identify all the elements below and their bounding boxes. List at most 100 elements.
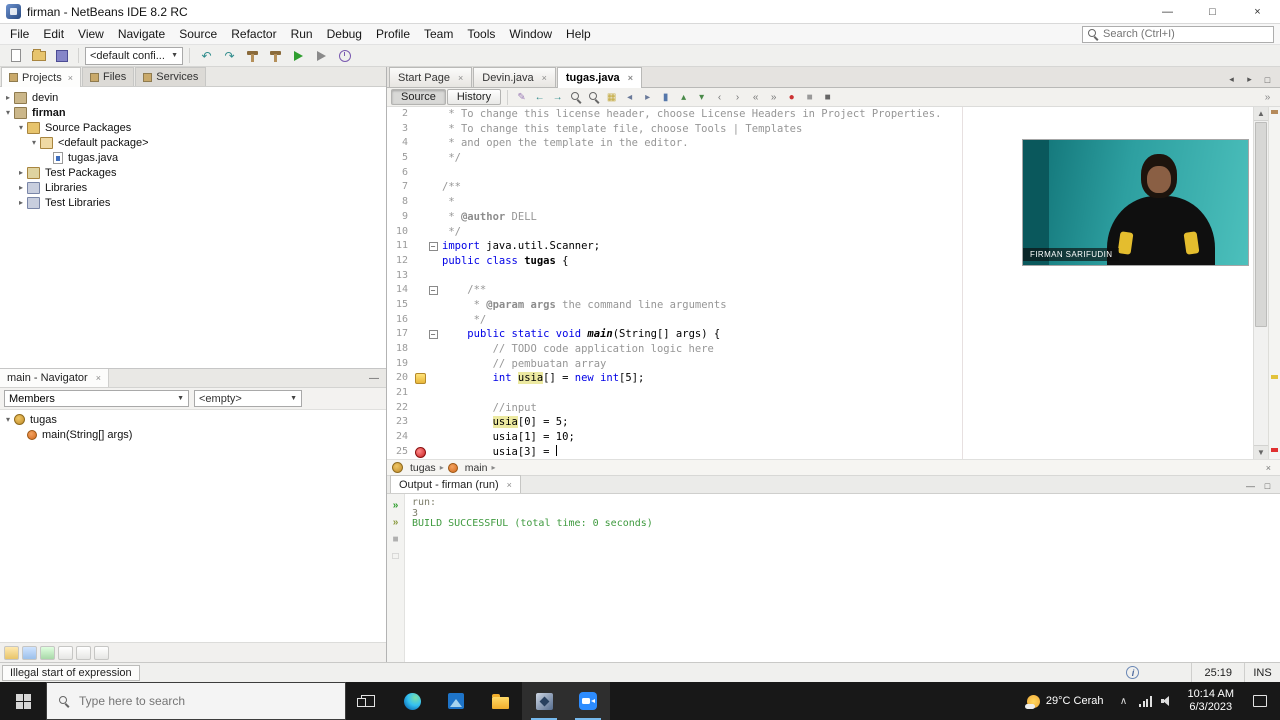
start-macro-icon[interactable]: ■ <box>801 89 818 105</box>
code-text[interactable]: public static void main(String[] args) { <box>439 327 1253 342</box>
code-line[interactable]: 20 int usia[] = new int[5]; <box>387 371 1253 386</box>
tree-item-source-packages[interactable]: ▾ Source Packages <box>0 120 386 135</box>
code-text[interactable]: * To change this template file, choose T… <box>439 122 1253 137</box>
menu-navigate[interactable]: Navigate <box>111 25 172 43</box>
code-line[interactable]: 16 */ <box>387 313 1253 328</box>
code-line[interactable]: 2 * To change this license header, choos… <box>387 107 1253 122</box>
undo-icon[interactable]: ↶ <box>196 46 217 65</box>
indent-right-icon[interactable]: » <box>765 89 782 105</box>
notifications-icon[interactable] <box>1126 666 1140 679</box>
inspect-combo[interactable]: <empty> ▼ <box>194 390 302 407</box>
expand-icon[interactable]: ▸ <box>15 198 27 207</box>
menu-edit[interactable]: Edit <box>36 25 71 43</box>
indent-left-icon[interactable]: « <box>747 89 764 105</box>
code-text[interactable]: * To change this license header, choose … <box>439 107 1253 122</box>
sort-alphabetically-icon[interactable] <box>76 645 91 660</box>
code-line[interactable]: 25 usia[3] = <box>387 444 1253 459</box>
tree-item-libraries[interactable]: ▸ Libraries <box>0 180 386 195</box>
back-icon[interactable]: ← <box>531 89 548 105</box>
last-edit-position-icon[interactable]: ✎ <box>513 89 530 105</box>
save-all-icon[interactable] <box>51 46 72 65</box>
scrollbar-thumb[interactable] <box>1255 122 1267 327</box>
code-line[interactable]: 15 * @param args the command line argume… <box>387 298 1253 313</box>
menu-run[interactable]: Run <box>284 25 320 43</box>
taskbar-search-input[interactable] <box>79 694 334 708</box>
show-inherited-icon[interactable] <box>4 645 19 660</box>
find-icon[interactable] <box>567 89 584 105</box>
output-tab[interactable]: Output - firman (run) × <box>390 475 521 493</box>
taskbar-clock[interactable]: 10:14 AM 6/3/2023 <box>1179 688 1243 714</box>
edge-button[interactable] <box>390 682 434 720</box>
rerun-debug-icon[interactable]: » <box>389 516 403 529</box>
panel-tab-projects[interactable]: Projects × <box>1 67 82 87</box>
config-combo[interactable]: <default confi... ▼ <box>85 46 183 65</box>
scroll-tabs-right-icon[interactable]: ▸ <box>1241 72 1258 87</box>
action-center-button[interactable] <box>1243 695 1277 707</box>
collapse-icon[interactable]: ▾ <box>2 108 14 117</box>
editor-tab-devin-java[interactable]: Devin.java × <box>473 67 556 87</box>
show-static-members-icon[interactable] <box>40 645 55 660</box>
scroll-tabs-left-icon[interactable]: ◂ <box>1223 72 1240 87</box>
code-text[interactable]: // TODO code application logic here <box>439 342 1253 357</box>
restore-output-icon[interactable]: □ <box>1259 478 1276 493</box>
forward-icon[interactable]: → <box>549 89 566 105</box>
code-line[interactable]: 17 − public static void main(String[] arg… <box>387 327 1253 342</box>
minimize-button[interactable]: — <box>1145 0 1190 23</box>
error-stripe-warning-mark[interactable] <box>1271 375 1278 379</box>
menu-tools[interactable]: Tools <box>460 25 502 43</box>
weather-widget[interactable]: 29°C Cerah <box>1018 694 1113 709</box>
find-selection-icon[interactable] <box>585 89 602 105</box>
error-icon[interactable] <box>413 445 427 459</box>
error-stripe-error-mark[interactable] <box>1271 448 1278 452</box>
fold-toggle-icon[interactable]: − <box>427 327 439 342</box>
ide-search-input[interactable] <box>1103 28 1269 40</box>
menu-source[interactable]: Source <box>172 25 224 43</box>
volume-icon[interactable] <box>1157 682 1179 720</box>
previous-bookmark-icon[interactable]: ◂ <box>621 89 638 105</box>
zoom-button[interactable] <box>566 682 610 720</box>
code-text[interactable]: usia[3] = <box>439 444 1253 459</box>
collapse-icon[interactable]: ▾ <box>2 415 14 424</box>
close-icon[interactable]: × <box>1262 463 1275 473</box>
breadcrumb-item-main[interactable]: main <box>447 462 487 474</box>
debug-project-icon[interactable] <box>311 46 332 65</box>
clean-build-project-icon[interactable] <box>265 46 286 65</box>
code-line[interactable]: 13 <box>387 269 1253 284</box>
code-line[interactable]: 24 usia[1] = 10; <box>387 430 1253 445</box>
fold-toggle-icon[interactable]: − <box>427 283 439 298</box>
comment-icon[interactable]: ‹ <box>711 89 728 105</box>
editor-tab-tugas-java[interactable]: tugas.java × <box>556 67 642 88</box>
editor-toolbar-overflow-icon[interactable]: » <box>1259 89 1276 105</box>
redo-icon[interactable]: ↷ <box>219 46 240 65</box>
breadcrumb-item-tugas[interactable]: tugas <box>392 462 436 474</box>
scroll-up-icon[interactable]: ▲ <box>1254 107 1268 121</box>
menu-view[interactable]: View <box>71 25 111 43</box>
uncomment-icon[interactable]: › <box>729 89 746 105</box>
maximize-button[interactable]: □ <box>1190 0 1235 23</box>
tree-item-tugas-java[interactable]: tugas.java <box>0 150 386 165</box>
show-public-only-icon[interactable] <box>58 645 73 660</box>
code-text[interactable]: */ <box>439 313 1253 328</box>
minimize-output-icon[interactable]: — <box>1242 478 1259 493</box>
menu-debug[interactable]: Debug <box>320 25 369 43</box>
code-line[interactable]: 3 * To change this template file, choose… <box>387 122 1253 137</box>
code-line[interactable]: 23 usia[0] = 5; <box>387 415 1253 430</box>
view-source-button[interactable]: Source <box>391 89 446 105</box>
members-combo[interactable]: Members ▼ <box>4 390 189 407</box>
fold-toggle-icon[interactable]: − <box>427 239 439 254</box>
code-text[interactable]: //input <box>439 401 1253 416</box>
next-bookmark-icon[interactable]: ▸ <box>639 89 656 105</box>
new-file-icon[interactable] <box>5 46 26 65</box>
code-text[interactable]: /** <box>439 283 1253 298</box>
panel-tab-services[interactable]: Services <box>135 67 207 86</box>
close-tab-icon[interactable]: × <box>68 73 73 83</box>
expand-icon[interactable]: ▸ <box>15 168 27 177</box>
toggle-bookmark-icon[interactable]: ▮ <box>657 89 674 105</box>
netbeans-button[interactable] <box>522 682 566 720</box>
collapse-icon[interactable]: ▾ <box>15 123 27 132</box>
rerun-icon[interactable]: » <box>389 499 403 512</box>
photos-button[interactable] <box>434 682 478 720</box>
code-text[interactable]: * @param args the command line arguments <box>439 298 1253 313</box>
profile-project-icon[interactable] <box>334 46 355 65</box>
menu-team[interactable]: Team <box>417 25 460 43</box>
